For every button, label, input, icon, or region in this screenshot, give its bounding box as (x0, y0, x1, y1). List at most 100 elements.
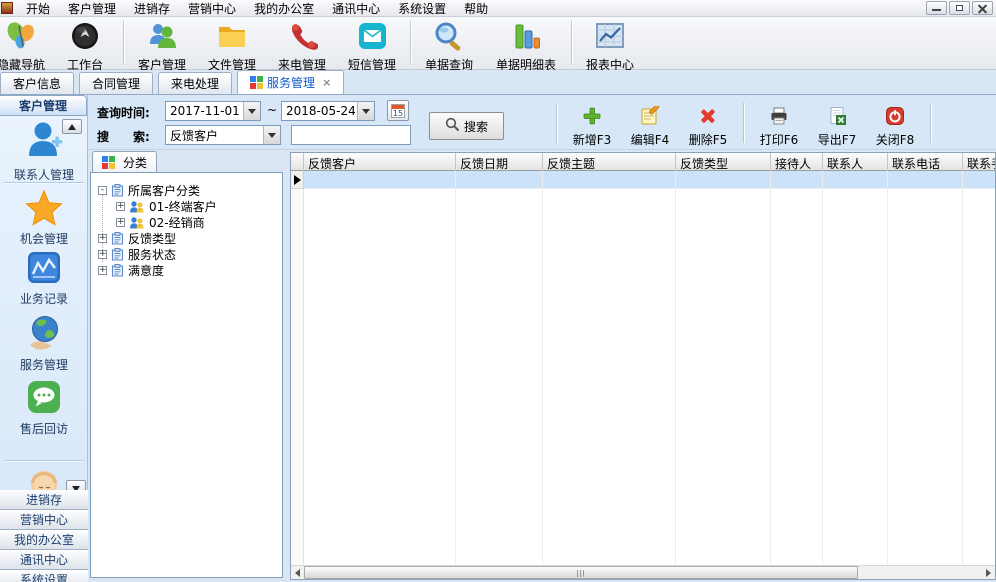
action-label: 编辑F4 (631, 131, 670, 148)
edit-icon (640, 106, 660, 131)
dropdown-arrow-icon[interactable] (263, 126, 280, 144)
tree-item-4[interactable]: +服务状态 (98, 246, 176, 262)
column-header-6[interactable]: 联系电话 (888, 153, 963, 171)
expand-icon[interactable]: + (98, 250, 107, 259)
add-button[interactable]: 新增F3 (563, 100, 621, 148)
expand-icon[interactable]: + (98, 234, 107, 243)
sidebar-group-3[interactable]: 通讯中心 (0, 550, 88, 570)
colored-squares-icon (102, 156, 115, 169)
export-button[interactable]: 导出F7 (808, 100, 866, 148)
column-header-3[interactable]: 反馈类型 (676, 153, 771, 171)
sidebar-group-4[interactable]: 系统设置 (0, 570, 88, 582)
column-gridline (962, 171, 963, 565)
range-separator: ~ (267, 103, 277, 117)
doc-detail-button[interactable]: 单据明细表 (484, 18, 568, 68)
date-to-select[interactable]: 2018-05-24 (281, 101, 375, 121)
minimize-button[interactable] (926, 1, 947, 15)
row-selector-column (291, 189, 304, 565)
column-header-4[interactable]: 接待人 (771, 153, 823, 171)
restore-button[interactable] (949, 1, 970, 15)
tree-item-5[interactable]: +满意度 (98, 262, 164, 278)
search-input[interactable] (291, 125, 411, 145)
menu-item-7[interactable]: 帮助 (455, 0, 497, 18)
menu-item-3[interactable]: 营销中心 (179, 0, 245, 18)
table-header-row: 反馈客户反馈日期反馈主题反馈类型接待人联系人联系电话联系手机 (291, 153, 996, 171)
sidebar-group-1[interactable]: 营销中心 (0, 510, 88, 530)
sms-mgmt-button[interactable]: 短信管理 (337, 18, 407, 68)
sidebar-item-contacts[interactable]: 联系人管理 (0, 120, 88, 183)
menu-item-4[interactable]: 我的办公室 (245, 0, 323, 18)
tab-service-mgmt[interactable]: 服务管理 × (237, 70, 344, 94)
sidebar-item-business-records[interactable]: 业务记录 (0, 250, 88, 307)
category-folder-icon (111, 184, 124, 197)
expand-icon[interactable]: + (116, 218, 125, 227)
sms-icon (356, 20, 388, 55)
tab-call-handling[interactable]: 来电处理 (158, 72, 232, 94)
panel-splitter[interactable] (283, 150, 290, 582)
chart-records-icon (25, 275, 63, 289)
people-icon (146, 20, 178, 55)
tree-item-0[interactable]: - 所属客户分类 (98, 182, 200, 198)
date-from-select[interactable]: 2017-11-01 (165, 101, 261, 121)
column-header-1[interactable]: 反馈日期 (456, 153, 543, 171)
tab-close-icon[interactable]: × (322, 76, 331, 89)
sidebar-group-2[interactable]: 我的办公室 (0, 530, 88, 550)
column-header-7[interactable]: 联系手机 (963, 153, 996, 171)
column-header-2[interactable]: 反馈主题 (543, 153, 676, 171)
toolbar-separator (571, 21, 572, 65)
action-bar: 新增F3 编辑F4 删除F5 打印F6 导出F7 (550, 100, 937, 148)
app-icon[interactable] (1, 2, 13, 14)
customer-mgmt-button[interactable]: 客户管理 (127, 18, 197, 68)
tree-item-2[interactable]: +02-经销商 (116, 214, 205, 230)
edit-button[interactable]: 编辑F4 (621, 100, 679, 148)
collapse-icon[interactable]: - (98, 186, 107, 195)
menu-item-5[interactable]: 通讯中心 (323, 0, 389, 18)
close-panel-button[interactable]: 关闭F8 (866, 100, 924, 148)
tree-item-label: 所属客户分类 (128, 182, 200, 199)
category-tree-panel: 分类 -所属客户分类+01-终端客户+02-经销商+反馈类型+服务状态+满意度 (90, 150, 283, 582)
tab-customer-info[interactable]: 客户信息 (0, 72, 74, 94)
scroll-right-arrow[interactable] (982, 566, 995, 579)
sidebar-item-opportunity[interactable]: 机会管理 (0, 190, 88, 247)
contact-person-icon (25, 151, 63, 165)
expand-icon[interactable]: + (116, 202, 125, 211)
sidebar-item-service-mgmt[interactable]: 服务管理 (0, 314, 88, 373)
scrollbar-thumb[interactable] (304, 566, 858, 579)
menu-item-2[interactable]: 进销存 (125, 0, 179, 18)
delete-button[interactable]: 删除F5 (679, 100, 737, 148)
scroll-left-arrow[interactable] (291, 566, 304, 579)
tab-contract-mgmt[interactable]: 合同管理 (79, 72, 153, 94)
sidebar-item-after-sales[interactable]: 售后回访 (0, 378, 88, 437)
workbench-button[interactable]: 工作台 (50, 18, 120, 68)
menu-item-6[interactable]: 系统设置 (389, 0, 455, 18)
search-button[interactable]: 搜索 (429, 112, 504, 140)
excel-icon (827, 106, 847, 131)
tree-item-1[interactable]: +01-终端客户 (116, 198, 217, 214)
dropdown-arrow-icon[interactable] (357, 102, 374, 120)
dropdown-arrow-icon[interactable] (243, 102, 260, 120)
calendar-button[interactable]: 15 (387, 100, 409, 121)
tree-item-3[interactable]: + 反馈类型 (98, 230, 176, 246)
hide-nav-button[interactable]: 隐藏导航 (0, 18, 50, 68)
report-center-button[interactable]: 报表中心 (575, 18, 645, 68)
doc-query-button[interactable]: 单据查询 (414, 18, 484, 68)
sidebar-group-0[interactable]: 进销存 (0, 490, 88, 510)
menu-item-0[interactable]: 开始 (17, 0, 59, 18)
search-type-select[interactable]: 反馈客户 (165, 125, 281, 145)
category-folder-icon (111, 248, 124, 261)
call-mgmt-button[interactable]: 来电管理 (267, 18, 337, 68)
sidebar-group-customer-mgmt[interactable]: 客户管理 (0, 95, 87, 116)
column-header-5[interactable]: 联系人 (823, 153, 888, 171)
tree-tab-category[interactable]: 分类 (92, 151, 157, 172)
column-gridline (675, 171, 676, 565)
menu-item-1[interactable]: 客户管理 (59, 0, 125, 18)
file-mgmt-button[interactable]: 文件管理 (197, 18, 267, 68)
tree-item-label: 反馈类型 (128, 230, 176, 247)
print-button[interactable]: 打印F6 (750, 100, 808, 148)
column-header-0[interactable]: 反馈客户 (304, 153, 456, 171)
tree-item-label: 02-经销商 (149, 214, 205, 231)
tab-label: 客户信息 (13, 75, 61, 92)
selected-row[interactable] (304, 171, 996, 189)
expand-icon[interactable]: + (98, 266, 107, 275)
close-button[interactable] (972, 1, 993, 15)
